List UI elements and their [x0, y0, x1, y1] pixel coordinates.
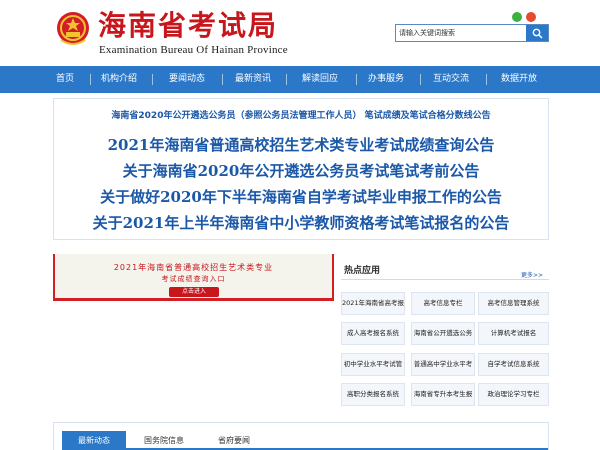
main-nav: 首页 机构介绍 要闻动态 最新资讯 解读回应 办事服务 互动交流 数据开放 [0, 66, 600, 93]
app-tile[interactable]: 成人高考报名系统 [341, 322, 405, 345]
app-tile[interactable]: 自学考试信息系统 [478, 353, 549, 376]
tab-latest-news[interactable]: 最新动态 [62, 431, 126, 450]
app-tile[interactable]: 初中学业水平考试管 [341, 353, 405, 376]
app-tile[interactable]: 计算机考试报名 [478, 322, 549, 345]
app-tile[interactable]: 海南省专升本考生报 [411, 383, 475, 406]
promo-banner[interactable]: 2021年海南省普通高校招生艺术类专业 考试成绩查询入口 点击进入 [53, 254, 334, 301]
nav-item-news[interactable]: 要闻动态 [156, 66, 218, 93]
nav-divider [90, 74, 91, 85]
nav-item-interpretation[interactable]: 解读回应 [288, 66, 352, 93]
nav-divider [152, 74, 153, 85]
headline-link[interactable]: 2021年海南省普通高校招生艺术类专业考试成绩查询公告 [54, 134, 548, 155]
wechat-icon[interactable] [512, 12, 522, 22]
banner-enter-button[interactable]: 点击进入 [169, 287, 219, 297]
top-links [512, 11, 536, 23]
nav-item-about[interactable]: 机构介绍 [92, 66, 146, 93]
search-button[interactable] [526, 25, 548, 41]
nav-item-open-data[interactable]: 数据开放 [490, 66, 548, 93]
nav-divider [420, 74, 421, 85]
nav-item-latest[interactable]: 最新资讯 [224, 66, 282, 93]
site-title: 海南省考试局 [98, 9, 279, 42]
app-tile[interactable]: 高考信息管理系统 [478, 292, 549, 315]
headline-link[interactable]: 关于做好2020年下半年海南省自学考试毕业申报工作的公告 [54, 186, 548, 207]
tab-state-council[interactable]: 国务院信息 [128, 431, 200, 450]
app-tile[interactable]: 高考信息专栏 [411, 292, 475, 315]
site-header: 海南省考试局 Examination Bureau Of Hainan Prov… [0, 0, 600, 66]
headline-sub-link[interactable]: 海南省2020年公开遴选公务员（参照公务员法管理工作人员） 笔试成绩及笔试合格分… [54, 108, 548, 121]
news-tabs: 最新动态 国务院信息 省府要闻 [62, 431, 548, 450]
nav-divider [356, 74, 357, 85]
headline-link[interactable]: 关于2021年上半年海南省中小学教师资格考试笔试报名的公告 [54, 212, 548, 233]
tab-provincial-news[interactable]: 省府要闻 [202, 431, 266, 450]
hot-apps-title: 热点应用 [344, 266, 381, 276]
national-emblem-icon [57, 12, 89, 45]
app-tile[interactable]: 政治理论学习专栏 [478, 383, 549, 406]
hot-apps-more-link[interactable]: 更多>> [521, 270, 543, 279]
app-tile[interactable]: 2021年海南省高考报 [341, 292, 405, 315]
search-box [395, 24, 549, 42]
headline-box: 海南省2020年公开遴选公务员（参照公务员法管理工作人员） 笔试成绩及笔试合格分… [53, 98, 549, 240]
nav-item-home[interactable]: 首页 [40, 66, 90, 93]
app-tile[interactable]: 高职分类报名系统 [341, 383, 405, 406]
weibo-icon[interactable] [526, 12, 536, 22]
site-subtitle: Examination Bureau Of Hainan Province [99, 44, 288, 56]
search-icon [532, 28, 543, 39]
hot-apps-header: 热点应用 更多>> [341, 260, 549, 280]
nav-divider [286, 74, 287, 85]
nav-divider [222, 74, 223, 85]
nav-divider [486, 74, 487, 85]
app-tile[interactable]: 普通高中学业水平考 [411, 353, 475, 376]
nav-item-interaction[interactable]: 互动交流 [422, 66, 480, 93]
nav-item-services[interactable]: 办事服务 [358, 66, 414, 93]
search-input[interactable] [396, 25, 527, 41]
headline-link[interactable]: 关于海南省2020年公开遴选公务员考试笔试考前公告 [54, 160, 548, 181]
banner-title: 2021年海南省普通高校招生艺术类专业 [113, 263, 274, 272]
app-tile[interactable]: 海南省公开遴选公务 [411, 322, 475, 345]
banner-subtitle: 考试成绩查询入口 [161, 275, 226, 283]
